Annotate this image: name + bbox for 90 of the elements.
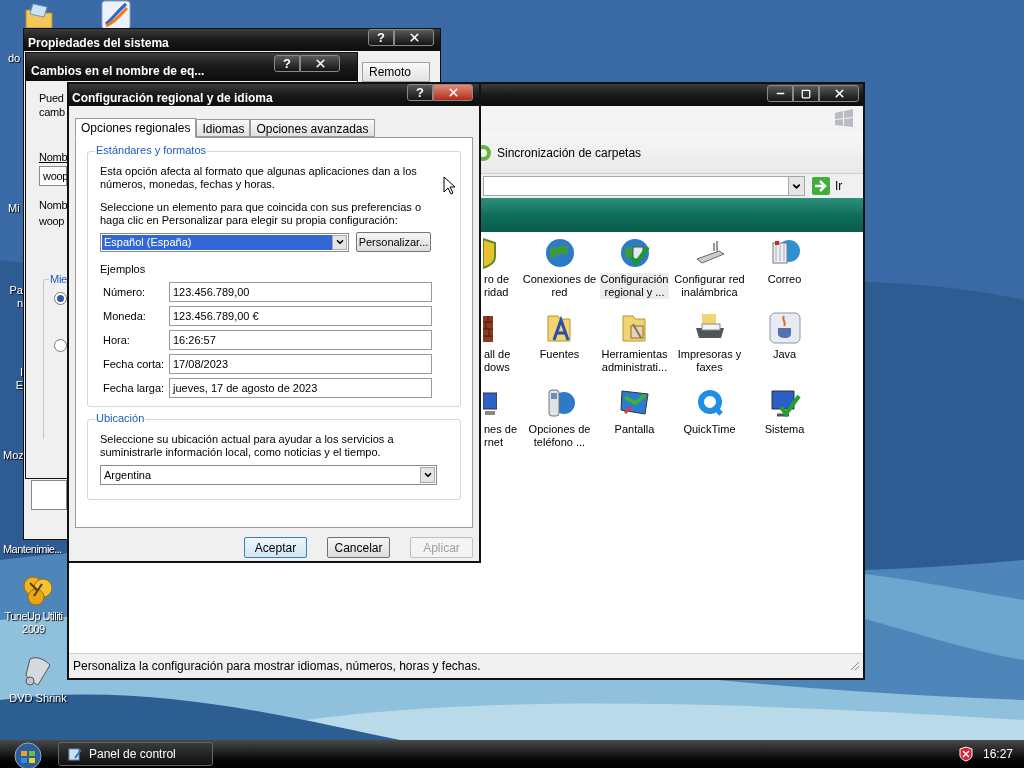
control-panel-item[interactable]: Pantalla	[613, 423, 656, 436]
control-panel-item[interactable]: ro de ridad	[483, 273, 511, 299]
monitor-check-icon[interactable]	[768, 387, 801, 419]
close-icon	[832, 87, 846, 100]
field-label: Moneda:	[103, 309, 147, 323]
group-label: Mie	[49, 272, 68, 286]
folder-icon[interactable]	[24, 2, 54, 30]
control-panel-item[interactable]: Configurar red inalámbrica	[673, 273, 746, 299]
close-icon	[313, 57, 327, 70]
status-bar-text: Personaliza la configuración para mostrar idiomas, números, horas y fechas.	[73, 658, 481, 675]
desktop-icon-label[interactable]: Moz	[3, 449, 23, 462]
radio-button[interactable]	[54, 339, 67, 352]
minimize-button[interactable]	[767, 85, 793, 102]
control-panel-item[interactable]: Correo	[766, 273, 803, 286]
field-value: woop	[39, 214, 65, 228]
clock: 16:27	[982, 746, 1013, 763]
customize-button[interactable]: Personalizar...	[356, 232, 431, 252]
section-label: Ejemplos	[100, 263, 147, 276]
help-button[interactable]: ?	[274, 55, 300, 72]
control-panel-item[interactable]: Herramientas administrati...	[600, 348, 669, 374]
field-label: Nomb	[39, 150, 68, 164]
tab[interactable]: Remoto	[362, 62, 430, 82]
group-label: Ubicación	[95, 412, 146, 425]
maximize-button[interactable]	[793, 85, 819, 102]
control-panel-item[interactable]: Impresoras y faxes	[676, 348, 743, 374]
control-panel-item[interactable]: Conexiones de red	[521, 273, 598, 299]
dialog-title: Configuración regional y de idioma	[72, 90, 273, 107]
window-title: Cambios en el nombre de eq...	[31, 63, 205, 80]
description-text: Seleccione un elemento para que coincida con sus preferencias o haga clic en Personalizar para elegir su propia configuración:	[100, 201, 423, 227]
flag-icon	[833, 109, 855, 129]
format-select[interactable]: Español (España)	[100, 232, 349, 252]
dialog-button[interactable]: Cancelar	[327, 537, 390, 558]
control-panel-item[interactable]: Opciones de teléfono ...	[527, 423, 592, 449]
control-panel-item[interactable]: QuickTime	[682, 423, 737, 436]
control-panel-item[interactable]: nes de rnet	[483, 423, 519, 449]
field-label: Nomb	[39, 198, 68, 212]
maximize-icon	[801, 88, 811, 99]
go-button[interactable]: Ir	[835, 177, 843, 195]
globe-check-icon[interactable]	[618, 237, 651, 269]
example-field: 17/08/2023	[169, 354, 432, 374]
close-icon	[446, 86, 460, 99]
control-panel-item[interactable]: Configuración regional y ...	[599, 273, 670, 299]
tab[interactable]: Opciones avanzadas	[250, 119, 375, 137]
toolbar-button[interactable]: Sincronización de carpetas	[497, 143, 642, 162]
coffee-cup-icon[interactable]	[768, 312, 801, 344]
field-label: Número:	[103, 285, 147, 299]
control-panel-icon	[67, 746, 83, 762]
example-field: jueves, 17 de agosto de 2023	[169, 378, 432, 398]
control-panel-item[interactable]: all de dows	[483, 348, 512, 374]
taskbar-button[interactable]: Panel de control	[58, 742, 213, 766]
close-button[interactable]	[394, 29, 434, 46]
help-button[interactable]: ?	[368, 29, 394, 46]
desktop-icon-label[interactable]: do	[8, 52, 23, 65]
desktop-icon-label[interactable]: TuneUp Utiliti 2009	[1, 610, 66, 636]
window-title: Propiedades del sistema	[28, 35, 169, 52]
control-panel-item[interactable]: Java	[771, 348, 798, 361]
chart-icon[interactable]	[101, 0, 131, 30]
control-panel-item[interactable]: Sistema	[763, 423, 806, 436]
description-text: Seleccione su ubicación actual para ayudar a los servicios a suministrarle información local, como noticias y el tiempo.	[100, 433, 395, 459]
location-select[interactable]: Argentina	[100, 465, 437, 485]
help-button[interactable]: ?	[407, 84, 433, 101]
desktop-icon-label[interactable]: DVD Shrink	[0, 692, 76, 705]
desktop-icon-label[interactable]: I E	[6, 366, 23, 392]
desktop-icon-label[interactable]: Pa n	[6, 284, 23, 310]
desktop-icon-label[interactable]: Mantenimie...	[3, 543, 66, 556]
group-label: Estándares y formatos	[95, 144, 208, 157]
mouse-pointer-icon	[443, 176, 455, 195]
tab[interactable]: Opciones regionales	[75, 118, 197, 138]
scroll-icon[interactable]	[24, 655, 52, 689]
address-field[interactable]	[483, 176, 805, 196]
field-label: Hora:	[103, 333, 131, 347]
tab[interactable]: Idiomas	[196, 119, 251, 137]
example-field: 123.456.789,00	[169, 282, 432, 302]
close-button[interactable]	[819, 85, 859, 102]
control-panel-item[interactable]: Fuentes	[538, 348, 581, 361]
list-box[interactable]	[31, 480, 67, 510]
globe-icon[interactable]	[543, 237, 576, 269]
desktop-icon-label[interactable]: Mi	[8, 202, 24, 215]
resize-grip-icon[interactable]	[850, 661, 860, 671]
radio-button[interactable]	[54, 292, 67, 305]
dialog-button[interactable]: Aceptar	[244, 537, 307, 558]
description-text: Esta opción afecta al formato que algunas aplicaciones dan a los números, monedas, fechas y horas.	[100, 165, 418, 191]
example-field: 123.456.789,00 €	[169, 306, 432, 326]
close-button[interactable]	[300, 55, 340, 72]
field-label: Fecha larga:	[103, 381, 166, 395]
description-text: Pued camb	[39, 91, 65, 119]
field-label: Fecha corta:	[103, 357, 166, 371]
puzzle-icon[interactable]	[22, 575, 54, 607]
close-icon	[407, 31, 421, 44]
example-field: 16:26:57	[169, 330, 432, 350]
